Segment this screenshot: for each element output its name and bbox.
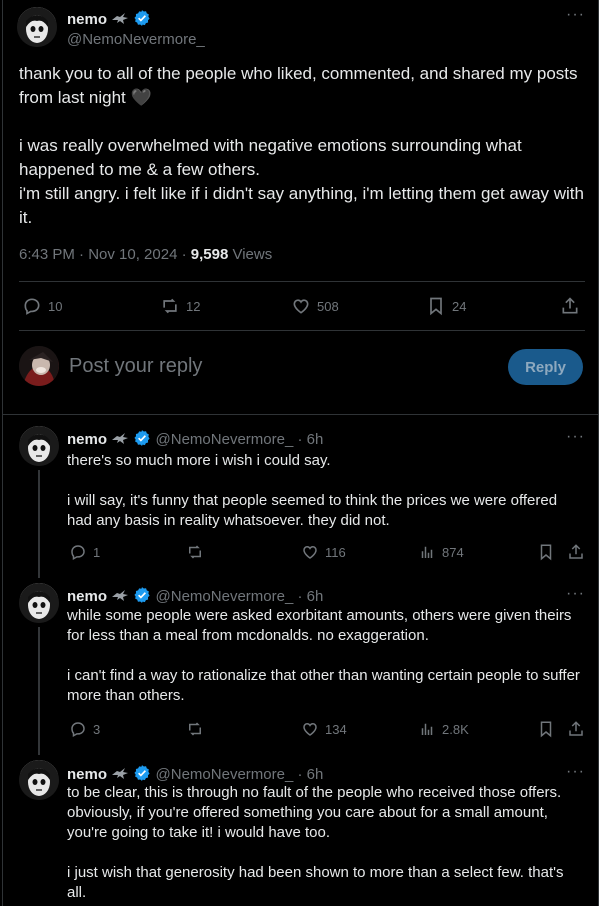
reply-icon [24, 298, 40, 315]
views-action[interactable]: 874 [418, 543, 464, 561]
thread-line [38, 470, 40, 578]
views-icon [421, 723, 433, 735]
tweet-meta: 6:43 PM · Nov 10, 2024 · 9,598 Views [19, 246, 272, 263]
views-count: 874 [442, 544, 464, 560]
like-count: 508 [317, 298, 339, 314]
bookmark-count: 24 [452, 298, 467, 314]
share-icon [569, 544, 583, 559]
thread-line [38, 627, 40, 755]
reply-time[interactable]: · 6h [297, 431, 323, 448]
like-action[interactable]: 508 [291, 296, 339, 316]
reply-author-handle[interactable]: @NemoNevermore_ [156, 588, 294, 605]
raven-icon [112, 768, 129, 779]
bookmark-icon [540, 544, 552, 561]
repost-icon [189, 545, 201, 559]
repost-action[interactable] [186, 543, 204, 561]
repost-count: 12 [186, 298, 201, 314]
bookmark-icon [430, 297, 442, 316]
reply-author-handle[interactable]: @NemoNevermore_ [156, 431, 294, 448]
repost-icon [163, 298, 177, 314]
reply-icon [71, 545, 85, 561]
author-avatar[interactable] [17, 7, 57, 47]
reply-author-avatar[interactable] [19, 426, 59, 466]
views-count: 9,598 [190, 246, 229, 263]
reply-author-name[interactable]: nemo [67, 431, 107, 448]
tweet-text: thank you to all of the people who liked… [19, 64, 584, 227]
share-action[interactable] [567, 543, 585, 561]
share-icon [569, 721, 583, 736]
like-action[interactable]: 116 [301, 543, 346, 561]
share-action[interactable] [567, 720, 585, 738]
verified-icon[interactable] [133, 586, 151, 604]
divider [3, 414, 598, 415]
like-icon [303, 545, 317, 559]
reply-count: 10 [48, 298, 63, 314]
divider [19, 330, 585, 331]
bookmark-action[interactable]: 24 [426, 296, 466, 316]
divider [19, 281, 585, 282]
reply-header: nemo @NemoNevermore_ · 6h [67, 429, 323, 448]
like-action[interactable]: 134 [301, 720, 347, 738]
raven-icon [112, 433, 129, 444]
reply-header: nemo @NemoNevermore_ · 6h [67, 586, 323, 605]
reply-text: there's so much more i wish i could say.… [67, 452, 558, 529]
like-count: 134 [325, 721, 347, 737]
repost-action[interactable]: 12 [160, 296, 200, 316]
reply-header: nemo @NemoNevermore_ · 6h [67, 764, 323, 783]
bookmark-icon [540, 721, 552, 738]
views-label: Views [232, 246, 273, 263]
like-count: 116 [325, 544, 346, 560]
bookmark-action[interactable] [537, 543, 555, 561]
more-icon[interactable]: ··· [566, 763, 585, 781]
author-handle[interactable]: @NemoNevermore_ [67, 31, 205, 48]
reply-action[interactable]: 3 [69, 720, 100, 738]
more-icon[interactable]: ··· [566, 6, 585, 24]
views-icon [421, 546, 433, 558]
reply-action[interactable]: 10 [22, 296, 62, 316]
more-icon[interactable]: ··· [566, 585, 585, 603]
reply-time[interactable]: · 6h [297, 766, 323, 783]
current-user-avatar[interactable] [19, 346, 59, 386]
reply-count: 3 [93, 721, 101, 737]
reply-count: 1 [93, 544, 101, 560]
left-border [2, 0, 3, 906]
verified-icon[interactable] [133, 9, 151, 27]
like-icon [293, 299, 309, 314]
views-count: 2.8K [442, 721, 469, 737]
reply-icon [71, 722, 85, 738]
repost-icon [189, 722, 201, 736]
bookmark-action[interactable] [537, 720, 555, 738]
reply-author-avatar[interactable] [19, 583, 59, 623]
reply-author-name[interactable]: nemo [67, 588, 107, 605]
reply-author-name[interactable]: nemo [67, 766, 107, 783]
raven-icon [112, 590, 129, 601]
author-name-row[interactable]: nemo [67, 9, 151, 28]
repost-action[interactable] [186, 720, 204, 738]
reply-action[interactable]: 1 [69, 543, 100, 561]
more-icon[interactable]: ··· [566, 428, 585, 446]
reply-input[interactable]: Post your reply [69, 355, 202, 378]
share-icon [562, 297, 578, 314]
reply-text: while some people were asked exorbitant … [67, 607, 580, 704]
tweet-timestamp[interactable]: 6:43 PM · Nov 10, 2024 · [19, 246, 191, 263]
share-action[interactable] [560, 296, 580, 316]
like-icon [303, 722, 317, 736]
verified-icon[interactable] [133, 764, 151, 782]
author-name[interactable]: nemo [67, 11, 107, 28]
raven-icon [112, 13, 129, 24]
verified-icon[interactable] [133, 429, 151, 447]
reply-text: to be clear, this is through no fault of… [67, 784, 564, 901]
reply-button[interactable]: Reply [508, 349, 583, 385]
reply-author-handle[interactable]: @NemoNevermore_ [156, 766, 294, 783]
views-action[interactable]: 2.8K [418, 720, 469, 738]
reply-author-avatar[interactable] [19, 760, 59, 800]
reply-time[interactable]: · 6h [297, 588, 323, 605]
